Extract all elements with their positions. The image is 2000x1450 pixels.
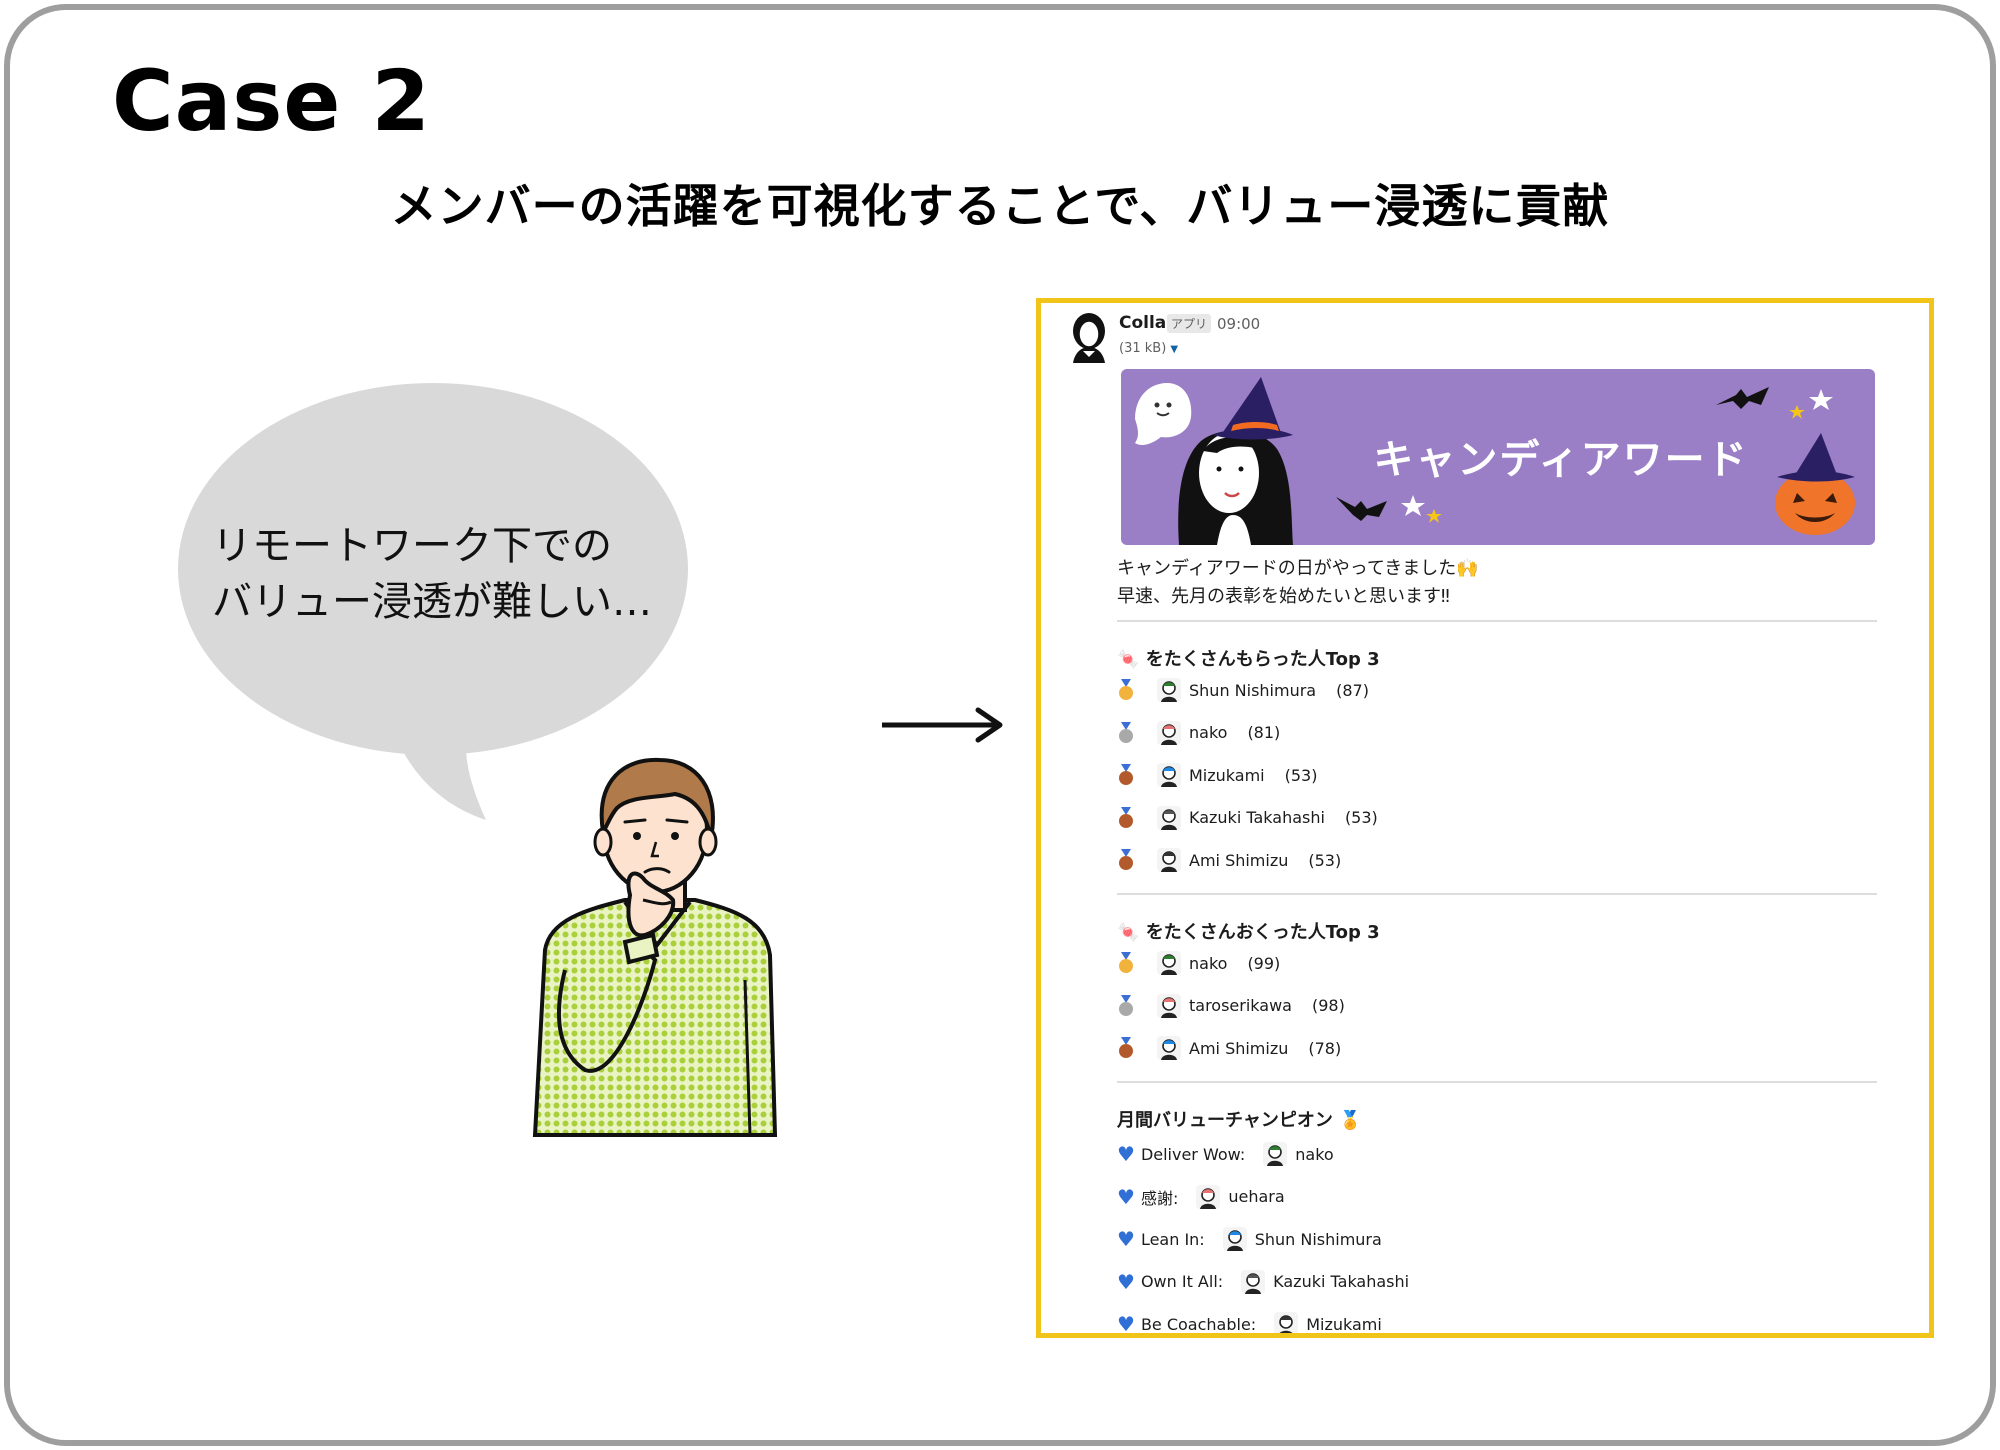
divider [1117,1081,1877,1083]
candy-icon: 🍬 [1117,922,1139,943]
message-timestamp[interactable]: 09:00 [1217,315,1260,333]
user-name[interactable]: nako [1189,723,1227,742]
user-name[interactable]: uehara [1228,1187,1284,1206]
ranking-row: taroserikawa (98) [1117,991,1345,1021]
user-avatar[interactable] [1157,1036,1181,1060]
app-badge: アプリ [1167,314,1211,333]
sent-section-title: 🍬 をたくさんおくった人Top 3 [1117,918,1380,944]
ranking-row: Shun Nishimura (87) [1117,675,1369,705]
user-avatar[interactable] [1157,763,1181,787]
champions-title-text: 月間バリューチャンピオン [1117,1110,1333,1131]
value-label: 感謝: [1141,1185,1178,1209]
silver-medal-icon [1117,722,1135,744]
candy-count: (99) [1247,954,1280,973]
colla-avatar[interactable] [1067,311,1111,363]
ranking-row: nako (99) [1117,948,1280,978]
bubble-text: リモートワーク下での バリュー浸透が難しい… [212,518,652,630]
user-avatar[interactable] [1157,721,1181,745]
ranking-row: Mizukami (53) [1117,760,1317,790]
user-name[interactable]: Ami Shimizu [1189,1039,1288,1058]
intro-line-2: 早速、先月の表彰を始めたいと思います‼ [1117,583,1479,611]
candy-count: (53) [1285,766,1318,785]
user-name[interactable]: Mizukami [1306,1315,1382,1334]
user-name[interactable]: nako [1189,954,1227,973]
sender-name[interactable]: Colla [1119,313,1166,333]
value-label: Be Coachable: [1141,1315,1256,1334]
bronze-medal-icon [1117,1037,1135,1059]
blue-heart-icon: ♥ [1117,1142,1135,1166]
blue-heart-icon: ♥ [1117,1312,1135,1336]
user-name[interactable]: Shun Nishimura [1255,1230,1382,1249]
blue-heart-icon: ♥ [1117,1185,1135,1209]
intro-text: キャンディアワードの日がやってきました🙌 早速、先月の表彰を始めたいと思います‼ [1117,555,1479,611]
blue-heart-icon: ♥ [1117,1270,1135,1294]
silver-medal-icon [1117,995,1135,1017]
candy-award-banner[interactable]: キャンディアワード [1121,369,1875,545]
case-title: Case 2 [112,52,431,150]
champion-row: ♥ Own It All: Kazuki Takahashi [1117,1267,1409,1297]
speech-bubble-tail [380,720,500,820]
user-name[interactable]: nako [1295,1145,1333,1164]
caret-down-icon: ▼ [1170,344,1178,355]
file-size-toggle[interactable]: (31 kB) ▼ [1119,341,1178,356]
trophy-icon: 🏅 [1339,1110,1361,1131]
bubble-line-1: リモートワーク下での [212,518,652,574]
ranking-row: Ami Shimizu (78) [1117,1033,1341,1063]
value-label: Lean In: [1141,1230,1205,1249]
user-avatar[interactable] [1157,806,1181,830]
divider [1117,620,1877,622]
ranking-row: Ami Shimizu (53) [1117,845,1341,875]
candy-count: (53) [1345,808,1378,827]
champion-row: ♥ Deliver Wow: nako [1117,1139,1334,1169]
user-name[interactable]: Kazuki Takahashi [1273,1272,1409,1291]
bronze-medal-icon [1117,764,1135,786]
candy-count: (98) [1312,996,1345,1015]
slide-subtitle: メンバーの活躍を可視化することで、バリュー浸透に貢献 [0,170,2000,236]
file-size: (31 kB) [1119,341,1166,356]
slack-message-panel: Colla アプリ 09:00 (31 kB) ▼ [1036,298,1934,1338]
user-avatar[interactable] [1241,1270,1265,1294]
intro-line-1: キャンディアワードの日がやってきました🙌 [1117,555,1479,583]
right-arrow-icon [880,700,1005,750]
user-avatar[interactable] [1223,1227,1247,1251]
user-name[interactable]: Shun Nishimura [1189,681,1316,700]
ranking-row: nako (81) [1117,718,1280,748]
user-avatar[interactable] [1157,994,1181,1018]
champion-row: ♥感謝: uehara [1117,1182,1285,1212]
blue-heart-icon: ♥ [1117,1227,1135,1251]
value-label: Own It All: [1141,1272,1223,1291]
thinking-person-illustration [525,750,785,1140]
champions-section-title: 月間バリューチャンピオン 🏅 [1117,1106,1362,1132]
user-name[interactable]: Ami Shimizu [1189,851,1288,870]
banner-title: キャンディアワード [1351,427,1771,485]
received-section-title: 🍬 をたくさんもらった人Top 3 [1117,645,1380,671]
gold-medal-icon [1117,952,1135,974]
champion-row: ♥ Be Coachable: Mizukami [1117,1309,1382,1338]
value-label: Deliver Wow: [1141,1145,1245,1164]
bronze-medal-icon [1117,849,1135,871]
user-avatar[interactable] [1157,951,1181,975]
ranking-row: Kazuki Takahashi (53) [1117,803,1378,833]
user-avatar[interactable] [1196,1185,1220,1209]
bronze-medal-icon [1117,807,1135,829]
candy-icon: 🍬 [1117,649,1139,670]
candy-count: (78) [1308,1039,1341,1058]
user-name[interactable]: Mizukami [1189,766,1265,785]
candy-count: (87) [1336,681,1369,700]
divider [1117,893,1877,895]
sent-title-text: をたくさんおくった人Top 3 [1146,922,1380,943]
user-avatar[interactable] [1274,1312,1298,1336]
user-avatar[interactable] [1157,678,1181,702]
candy-count: (81) [1247,723,1280,742]
user-name[interactable]: Kazuki Takahashi [1189,808,1325,827]
champion-row: ♥ Lean In: Shun Nishimura [1117,1224,1382,1254]
gold-medal-icon [1117,679,1135,701]
candy-count: (53) [1308,851,1341,870]
bubble-line-2: バリュー浸透が難しい… [212,574,652,630]
received-title-text: をたくさんもらった人Top 3 [1146,649,1380,670]
user-avatar[interactable] [1157,848,1181,872]
user-name[interactable]: taroserikawa [1189,996,1292,1015]
user-avatar[interactable] [1263,1142,1287,1166]
